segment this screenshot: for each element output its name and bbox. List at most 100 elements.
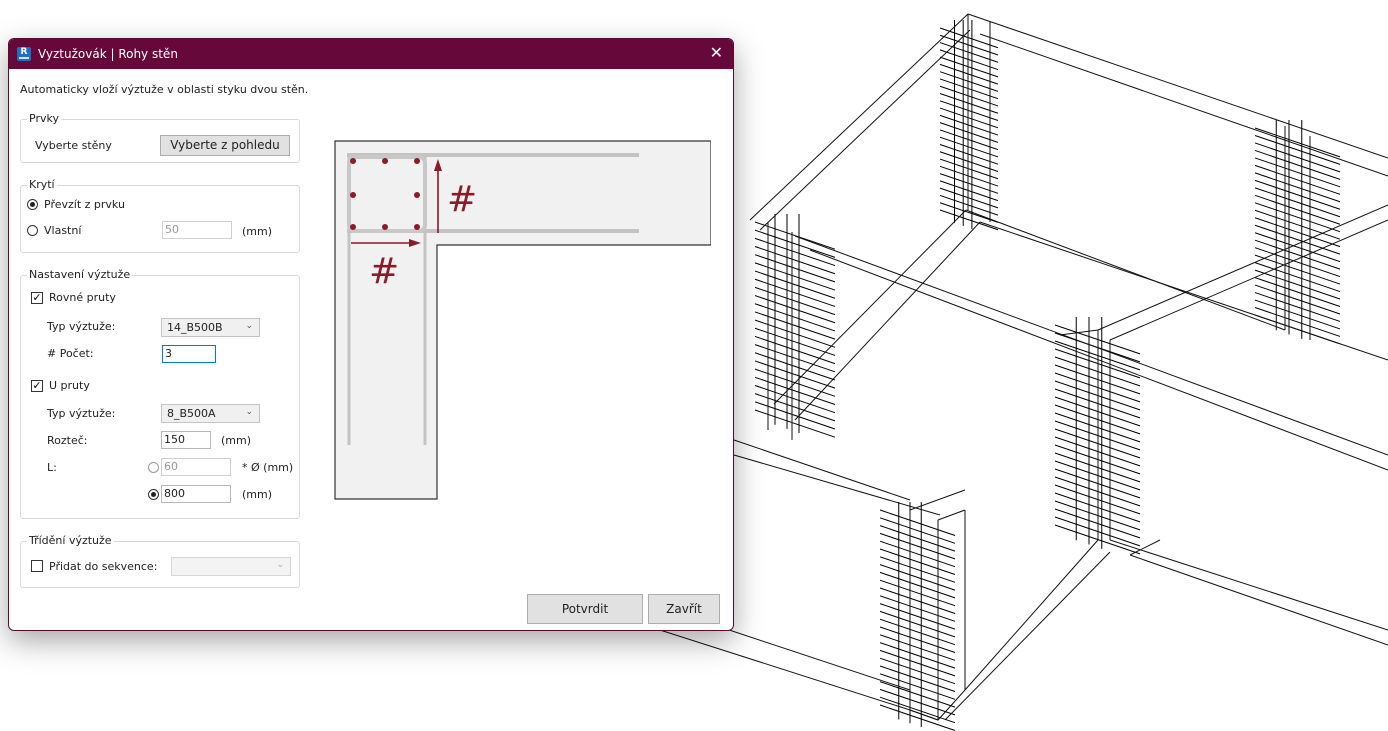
rebar-stirrup-line [1254,224,1341,255]
sequence-select[interactable]: ⌄ [171,557,291,576]
u-length-mm-radio[interactable] [148,489,159,500]
group-prvky-legend: Prvky [27,112,61,125]
rebar-stirrup-line [879,696,956,724]
rebar-stirrup-line [754,344,836,373]
rebar-dot [350,158,356,164]
chevron-down-icon: ⌄ [245,321,253,331]
group-kryti: Krytí Převzít z prvku Vlastní 50 (mm) [20,178,300,253]
rebar-stirrup-line [754,286,836,316]
rebar-dot [350,224,356,230]
u-type-label: Typ výztuže: [47,407,116,420]
rebar-stirrup-line [879,673,956,700]
group-prvky: Prvky Vyberte stěny Vyberte z pohledu [20,112,300,163]
rebar-stirrup-line [879,564,956,591]
u-bars-checkbox[interactable]: ✓ [31,380,43,392]
rebar-stirrup-line [754,303,836,332]
cover-custom-input[interactable]: 50 [162,221,232,239]
straight-type-value: 14_B500B [167,321,223,334]
straight-type-select[interactable]: 14_B500B ⌄ [161,318,260,337]
rebar-stirrup-line [1254,172,1341,203]
straight-type-label: Typ výztuže: [47,320,116,333]
cover-custom-label: Vlastní [44,224,82,237]
u-spacing-unit: (mm) [221,434,252,447]
group-sorting-legend: Třídění výztuže [27,534,114,547]
rebar-stirrup-line [879,509,956,536]
rebar-stirrup-line [1254,284,1341,315]
close-button[interactable]: Zavřít [648,594,720,624]
rebar-dot [414,224,420,230]
rebar-stirrup-line [754,262,836,291]
cover-from-element-radio[interactable] [27,199,38,210]
confirm-button[interactable]: Potvrdit [527,594,643,624]
chevron-down-icon: ⌄ [245,407,253,417]
u-length-factor-radio[interactable] [148,462,159,473]
rebar-dot [382,158,388,164]
rebar-stirrup-line [879,579,956,607]
rebar-dot [414,158,420,164]
u-length-mm-input[interactable]: 800 [161,485,231,503]
add-to-sequence-checkbox[interactable] [31,560,43,572]
select-from-view-button[interactable]: Vyberte z pohledu [160,135,290,156]
add-to-sequence-label: Přidat do sekvence: [49,560,158,573]
select-walls-label: Vyberte stěny [35,139,112,152]
rebar-stirrup-line [754,278,836,307]
u-type-select[interactable]: 8_B500A ⌄ [161,404,260,423]
u-length-factor-input[interactable]: 60 [161,458,231,476]
u-length-mm-unit: (mm) [242,488,273,501]
rebar-dot [414,192,420,198]
u-spacing-label: Rozteč: [47,434,88,447]
rebar-stirrup-line [754,270,836,299]
rebar-stirrup-line [1254,164,1341,195]
u-type-value: 8_B500A [167,407,216,420]
dialog-title: Vyztužovák | Rohy stěn [38,47,178,61]
rebar-stirrup-line [754,311,836,340]
group-sorting: Třídění výztuže Přidat do sekvence: ⌄ [20,534,300,588]
rebar-stirrup-line [754,319,836,348]
rebar-stirrup-line [1254,127,1341,158]
rebar-layout-preview: # # [334,140,711,500]
rebar-stirrup-line [1254,135,1341,165]
revit-app-icon: R [17,47,31,61]
rebar-stirrup-line [879,548,956,575]
rebar-stirrup-line [754,352,836,381]
rebar-stirrup-line [879,525,956,552]
rebar-stirrup-line [879,688,956,716]
wall-corners-dialog: R Vyztužovák | Rohy stěn ✕ Automaticky v… [8,38,734,631]
rebar-stirrup-line [879,517,956,544]
rebar-stirrup-line [879,657,956,685]
rebar-stirrup-line [1254,179,1341,210]
u-spacing-input[interactable]: 150 [161,431,211,449]
straight-bars-checkbox[interactable]: ✓ [31,292,43,304]
rebar-stirrup-line [754,237,836,267]
wall-corner-shape [334,140,711,500]
group-kryti-legend: Krytí [27,178,57,191]
rebar-dot [382,224,388,230]
rebar-stirrup-line [1254,142,1341,173]
rebar-stirrup-line [754,393,836,422]
rebar-stirrup-line [879,532,956,560]
rebar-stirrup-line [879,595,956,622]
rebar-stirrup-line [754,327,836,356]
rebar-stirrup-line [754,295,836,324]
cover-custom-radio[interactable] [27,225,38,236]
rebar-stirrup-line [1254,262,1341,293]
rebar-stirrup-line [754,409,836,438]
cover-from-element-label: Převzít z prvku [44,198,125,211]
straight-count-input[interactable]: 3 [162,345,216,363]
rebar-stirrup-line [1254,209,1341,240]
group-rebar-settings: Nastavení výztuže ✓ Rovné pruty Typ výzt… [20,268,300,519]
cover-unit: (mm) [242,225,273,238]
dialog-description: Automaticky vloží výztuže v oblasti styk… [20,83,309,96]
rebar-stirrup-line [879,642,956,669]
count-hash-bottom: # [369,251,399,292]
rebar-stirrup-line [879,587,956,614]
rebar-stirrup-line [1254,269,1341,300]
group-rebar-settings-legend: Nastavení výztuže [27,268,133,281]
u-length-label: L: [47,461,57,474]
close-icon[interactable]: ✕ [710,45,723,61]
rebar-stirrup-line [754,335,836,365]
title-bar[interactable]: R Vyztužovák | Rohy stěn ✕ [9,39,733,69]
rebar-stirrup-line [1254,299,1341,330]
rebar-stirrup-line [879,540,956,568]
rebar-stirrup-line [879,649,956,677]
